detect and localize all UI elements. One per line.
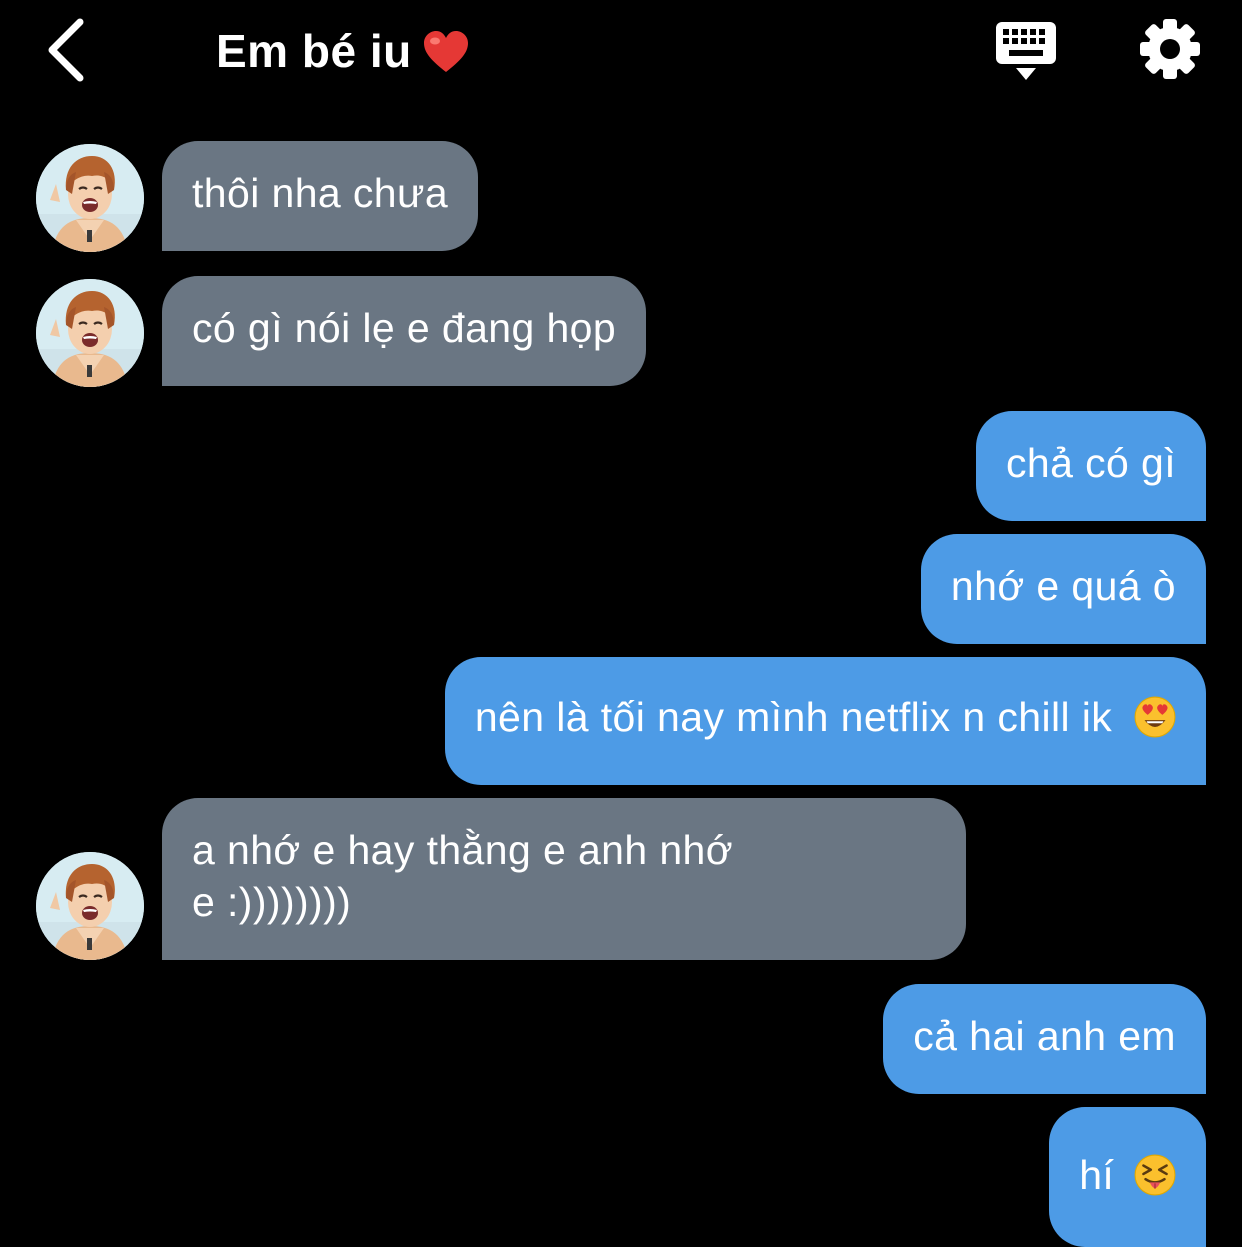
keyboard-toggle-button[interactable] [994,20,1058,82]
message-text: nên là tối nay mình netflix n chill ik [474,694,1113,740]
squinting-tongue-emoji [1134,1154,1176,1196]
contact-name: Em bé iu [216,25,412,77]
sent-message-bubble: hí [1049,1107,1206,1247]
contact-avatar[interactable] [36,852,144,960]
sent-message-bubble: chả có gì [976,411,1206,521]
gear-icon [1140,19,1200,79]
sent-message-bubble: cả hai anh em [883,984,1206,1094]
chat-header: Em bé iu [0,0,1242,110]
message-text: chả có gì [1006,440,1176,486]
message-text: cả hai anh em [913,1013,1176,1059]
message-text: hí [1079,1152,1115,1198]
keyboard-icon [996,22,1056,80]
heart-icon [423,30,468,72]
heart-eyes-emoji [1134,696,1176,738]
message-text-line: e :)))))))) [192,879,352,925]
sent-message-bubble: nên là tối nay mình netflix n chill ik [444,657,1206,785]
message-text-line: a nhớ e hay thằng e anh nhớ [192,827,734,873]
message-text: nhớ e quá ò [950,563,1176,609]
sent-message-bubble: nhớ e quá ò [920,534,1206,644]
contact-avatar[interactable] [36,144,144,252]
message-text: thôi nha chưa [192,170,449,216]
contact-avatar[interactable] [36,279,144,387]
settings-button[interactable] [1138,17,1202,81]
received-message-bubble: có gì nói lẹ e đang họp [162,276,647,386]
chevron-left-icon [48,18,84,82]
message-text: có gì nói lẹ e đang họp [192,305,617,351]
received-message-bubble: thôi nha chưa [162,141,479,251]
chat-title: Em bé iu [216,24,470,78]
received-message-bubble: a nhớ e hay thằng e anh nhớ e :)))))))) [162,798,966,960]
back-button[interactable] [40,14,96,86]
